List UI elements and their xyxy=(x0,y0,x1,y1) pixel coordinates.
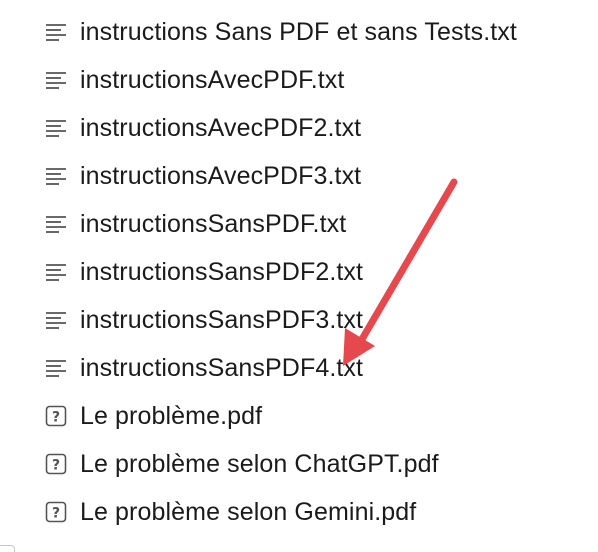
panel-edge xyxy=(0,545,15,552)
svg-text:?: ? xyxy=(52,458,60,474)
file-row[interactable]: instructions Sans PDF et sans Tests.txt xyxy=(44,8,517,56)
text-file-icon xyxy=(44,308,68,332)
file-name: instructionsAvecPDF3.txt xyxy=(80,161,362,190)
file-name: Le problème selon ChatGPT.pdf xyxy=(80,449,439,478)
text-file-icon xyxy=(44,164,68,188)
file-name: instructions Sans PDF et sans Tests.txt xyxy=(80,17,517,46)
unknown-file-icon: ? xyxy=(44,452,68,476)
file-row[interactable]: instructionsAvecPDF.txt xyxy=(44,56,517,104)
unknown-file-icon: ? xyxy=(44,500,68,524)
file-name: instructionsSansPDF4.txt xyxy=(80,353,364,382)
text-file-icon xyxy=(44,68,68,92)
text-file-icon xyxy=(44,20,68,44)
file-row[interactable]: ? Le problème.pdf xyxy=(44,392,517,440)
file-name: instructionsAvecPDF.txt xyxy=(80,65,345,94)
file-row[interactable]: instructionsSansPDF3.txt xyxy=(44,296,517,344)
file-list: instructions Sans PDF et sans Tests.txt … xyxy=(44,8,517,536)
file-row[interactable]: ? Le problème selon ChatGPT.pdf xyxy=(44,440,517,488)
file-row[interactable]: instructionsAvecPDF2.txt xyxy=(44,104,517,152)
file-browser: instructions Sans PDF et sans Tests.txt … xyxy=(0,0,598,552)
text-file-icon xyxy=(44,260,68,284)
svg-text:?: ? xyxy=(52,410,60,426)
text-file-icon xyxy=(44,212,68,236)
file-name: instructionsSansPDF3.txt xyxy=(80,305,364,334)
text-file-icon xyxy=(44,356,68,380)
file-name: instructionsSansPDF2.txt xyxy=(80,257,364,286)
file-name: instructionsSansPDF.txt xyxy=(80,209,347,238)
file-row[interactable]: ? Le problème selon Gemini.pdf xyxy=(44,488,517,536)
unknown-file-icon: ? xyxy=(44,404,68,428)
text-file-icon xyxy=(44,116,68,140)
file-name: Le problème selon Gemini.pdf xyxy=(80,497,417,526)
file-name: instructionsAvecPDF2.txt xyxy=(80,113,362,142)
file-row[interactable]: instructionsSansPDF2.txt xyxy=(44,248,517,296)
file-row[interactable]: instructionsAvecPDF3.txt xyxy=(44,152,517,200)
file-row[interactable]: instructionsSansPDF4.txt xyxy=(44,344,517,392)
file-name: Le problème.pdf xyxy=(80,401,263,430)
file-row[interactable]: instructionsSansPDF.txt xyxy=(44,200,517,248)
svg-text:?: ? xyxy=(52,506,60,522)
